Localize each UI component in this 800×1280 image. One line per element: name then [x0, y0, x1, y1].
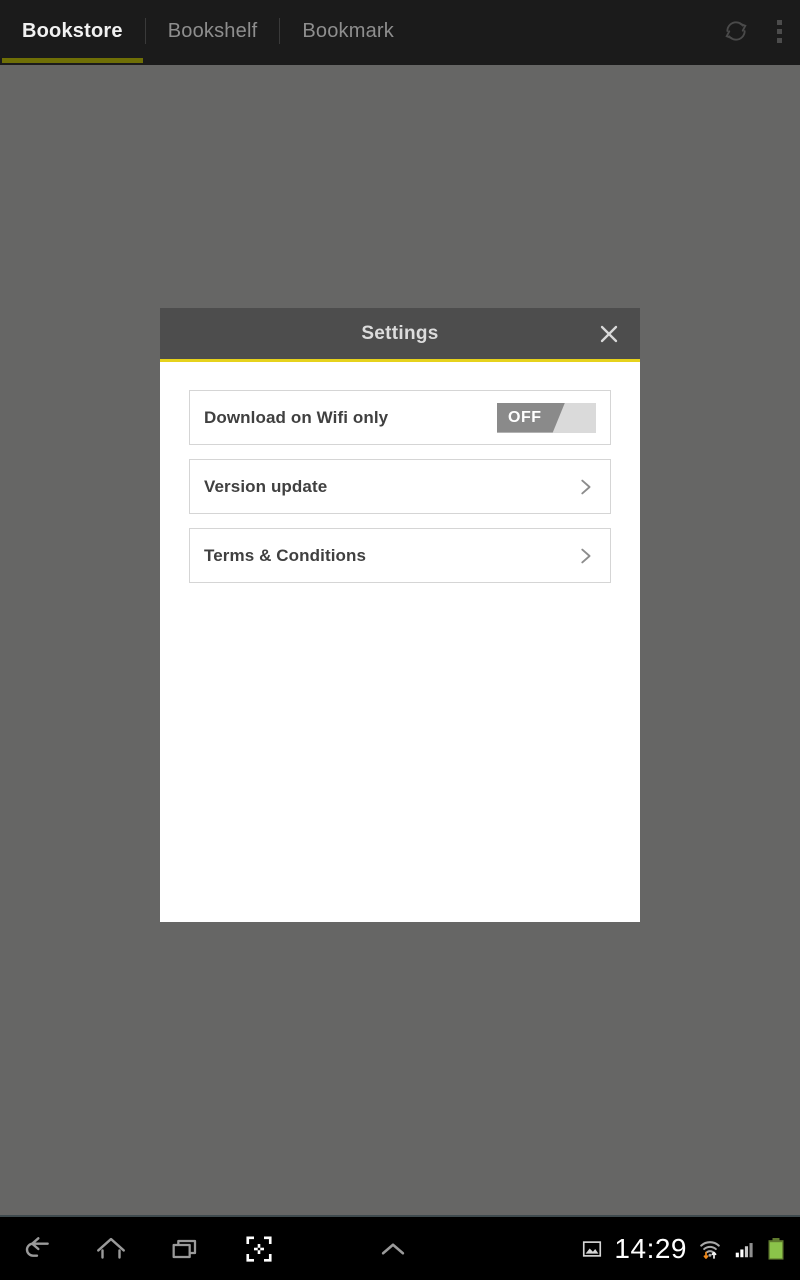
- cellular-signal-icon: [733, 1238, 755, 1260]
- overflow-menu-icon[interactable]: [777, 19, 782, 43]
- settings-dialog-title: Settings: [361, 322, 439, 344]
- status-clock: 14:29: [614, 1232, 687, 1264]
- setting-control-wrapper: OFF: [497, 402, 596, 433]
- tab-bookmark[interactable]: Bookmark: [280, 0, 416, 62]
- tab-bookmark-label: Bookmark: [302, 19, 394, 42]
- chevron-right-icon: [581, 479, 591, 494]
- app-top-bar: Bookstore Bookshelf Bookmark: [0, 0, 800, 65]
- setting-label-version-update: Version update: [204, 476, 328, 496]
- overflow-dot: [777, 19, 782, 25]
- close-icon[interactable]: [592, 317, 626, 351]
- refresh-sync-icon[interactable]: [723, 18, 749, 44]
- setting-control-wrapper: [574, 545, 596, 567]
- system-status-area[interactable]: 14:29: [581, 1216, 800, 1280]
- setting-label-download-wifi: Download on Wifi only: [204, 407, 389, 427]
- image-notification-icon: [581, 1238, 603, 1260]
- toggle-knob: OFF: [497, 402, 565, 433]
- toggle-state-label: OFF: [508, 408, 542, 426]
- chevron-right-icon: [581, 548, 591, 563]
- tab-bar: Bookstore Bookshelf Bookmark: [0, 0, 416, 63]
- overflow-dots: [777, 19, 782, 43]
- screen-root: Bookstore Bookshelf Bookmark Settings Do…: [0, 0, 800, 1280]
- overflow-dot: [777, 28, 782, 34]
- android-navigation-bar: 14:29: [0, 1215, 800, 1280]
- top-bar-actions: [723, 0, 800, 62]
- setting-row-version-update[interactable]: Version update: [189, 459, 611, 514]
- tab-bookstore-label: Bookstore: [22, 19, 123, 42]
- recent-apps-icon[interactable]: [148, 1216, 222, 1280]
- overflow-dot: [777, 37, 782, 43]
- chevron-up-icon[interactable]: [356, 1216, 430, 1280]
- back-arrow-icon[interactable]: [0, 1216, 74, 1280]
- settings-dialog-header: Settings: [160, 308, 640, 362]
- setting-control-wrapper: [574, 476, 596, 498]
- wifi-only-toggle[interactable]: OFF: [497, 402, 596, 433]
- home-icon[interactable]: [74, 1216, 148, 1280]
- setting-row-download-wifi[interactable]: Download on Wifi only OFF: [189, 390, 611, 445]
- tab-bookshelf[interactable]: Bookshelf: [146, 0, 280, 62]
- tab-active-underline: [2, 58, 143, 63]
- screenshot-capture-icon[interactable]: [222, 1216, 296, 1280]
- tab-bookstore[interactable]: Bookstore: [0, 0, 145, 63]
- wifi-signal-icon: [698, 1237, 722, 1261]
- setting-label-terms-conditions: Terms & Conditions: [204, 545, 367, 565]
- setting-row-terms-conditions[interactable]: Terms & Conditions: [189, 528, 611, 583]
- nav-buttons: [0, 1216, 430, 1280]
- settings-list: Download on Wifi only OFF Version update: [160, 362, 640, 583]
- settings-dialog: Settings Download on Wifi only OFF Versi…: [160, 308, 640, 922]
- battery-icon: [766, 1237, 786, 1261]
- tab-bookshelf-label: Bookshelf: [167, 19, 258, 42]
